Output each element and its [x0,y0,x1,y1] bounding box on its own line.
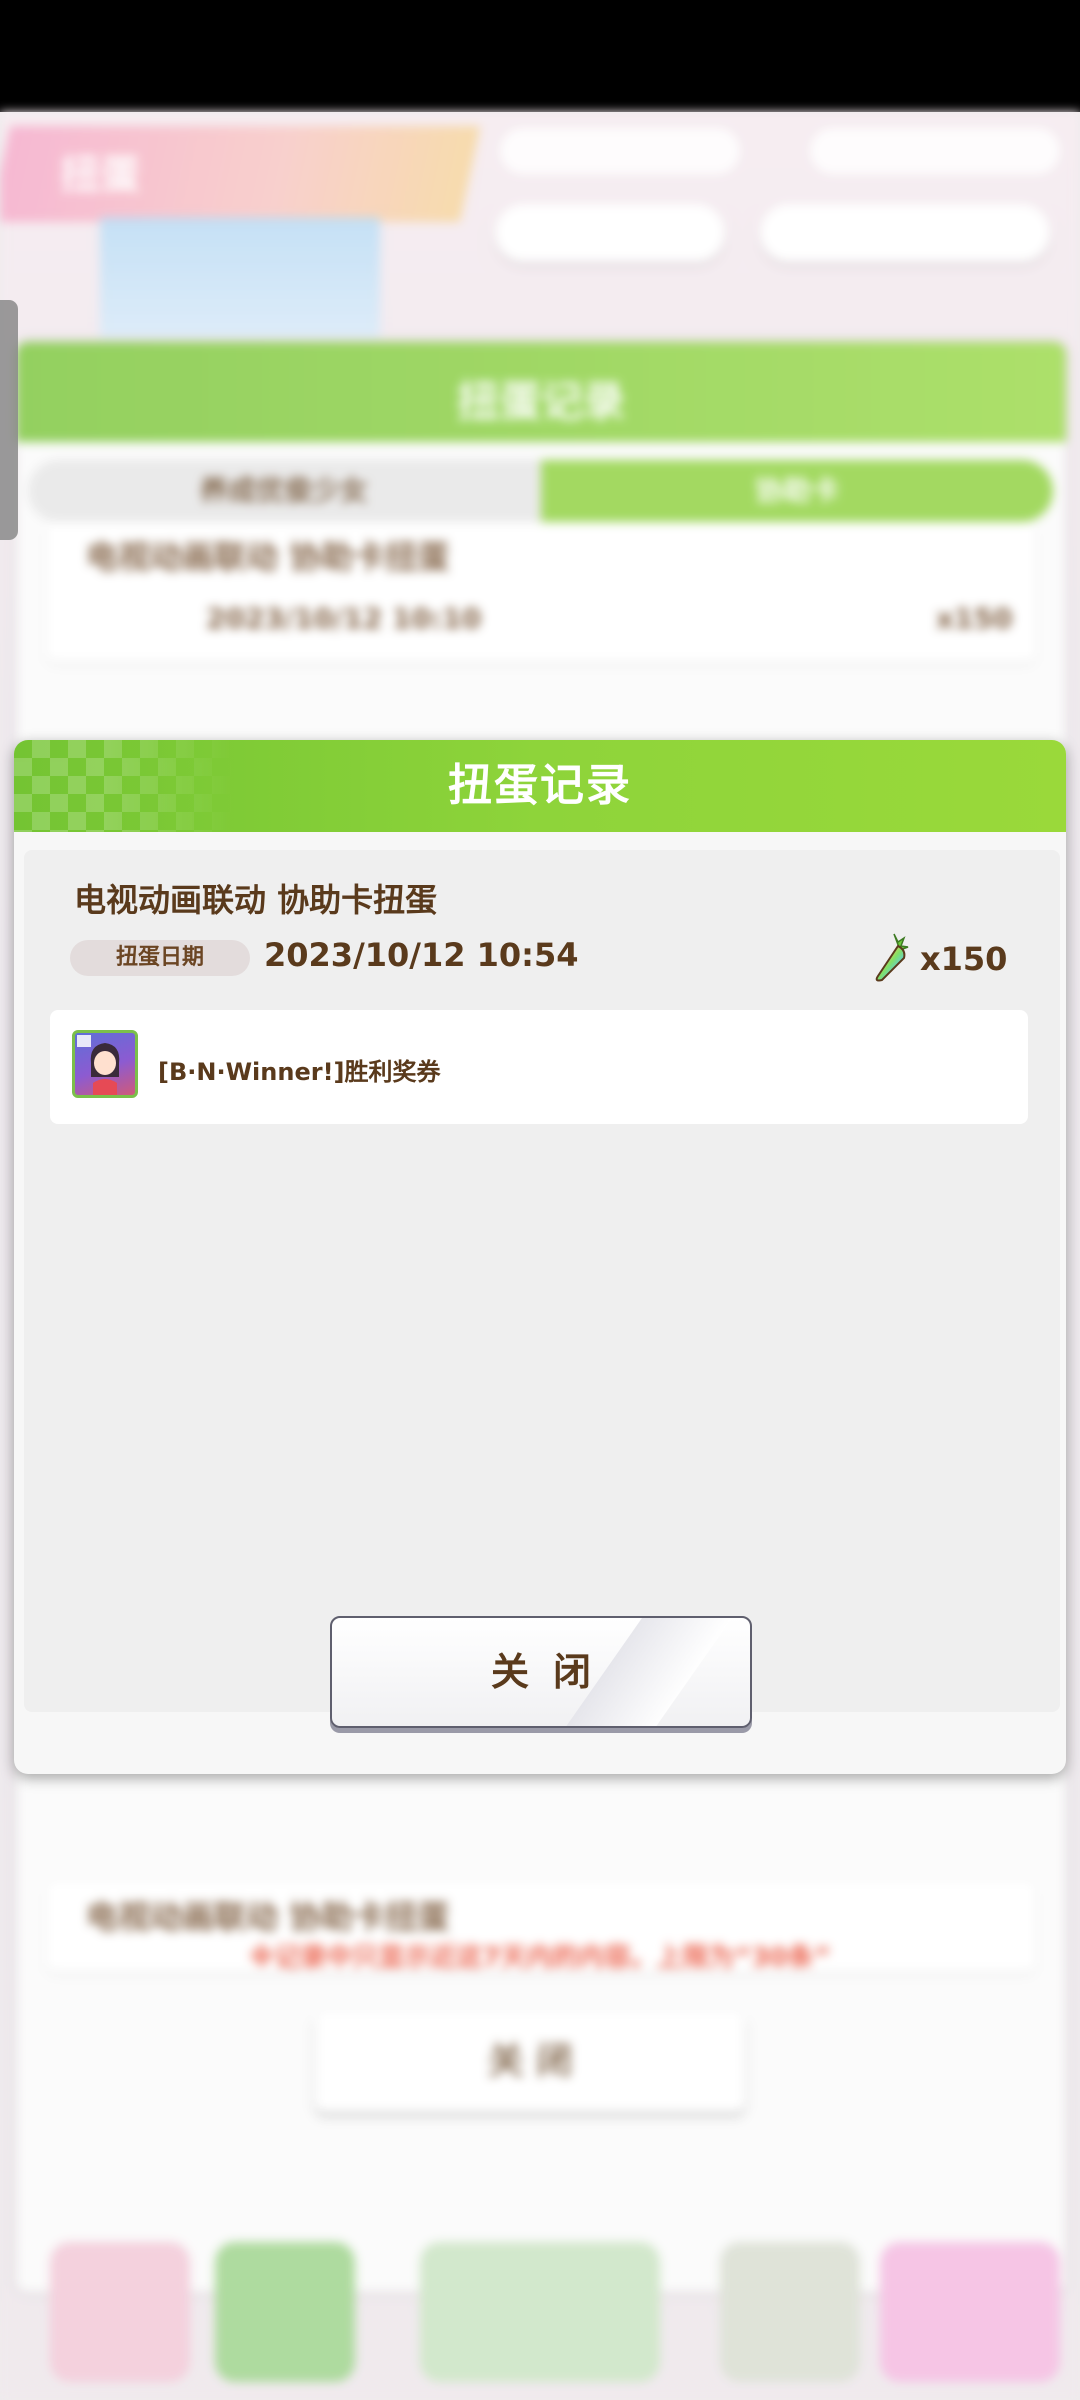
close-button[interactable]: 关闭 [330,1616,752,1728]
dialog-title: 扭蛋记录 [448,760,632,811]
dialog-header: 扭蛋记录 [14,740,1066,832]
result-item[interactable]: [B·N·Winner!]胜利奖券 [50,1010,1028,1124]
support-card-thumbnail [72,1030,138,1098]
gacha-history-dialog: 扭蛋记录 电视动画联动 协助卡扭蛋 扭蛋日期 2023/10/12 10:54 … [14,740,1066,1774]
gacha-cost: x150 [920,940,1008,978]
edge-handle[interactable] [0,300,18,540]
gacha-date: 2023/10/12 10:54 [264,936,579,974]
result-card-name: [B·N·Winner!]胜利奖券 [158,1058,441,1086]
close-button-label: 关闭 [490,1650,615,1694]
date-label-badge: 扭蛋日期 [70,940,250,976]
status-bar [0,0,1080,112]
gacha-name: 电视动画联动 协助卡扭蛋 [74,881,438,919]
rainbow-carrot-icon [868,930,912,982]
